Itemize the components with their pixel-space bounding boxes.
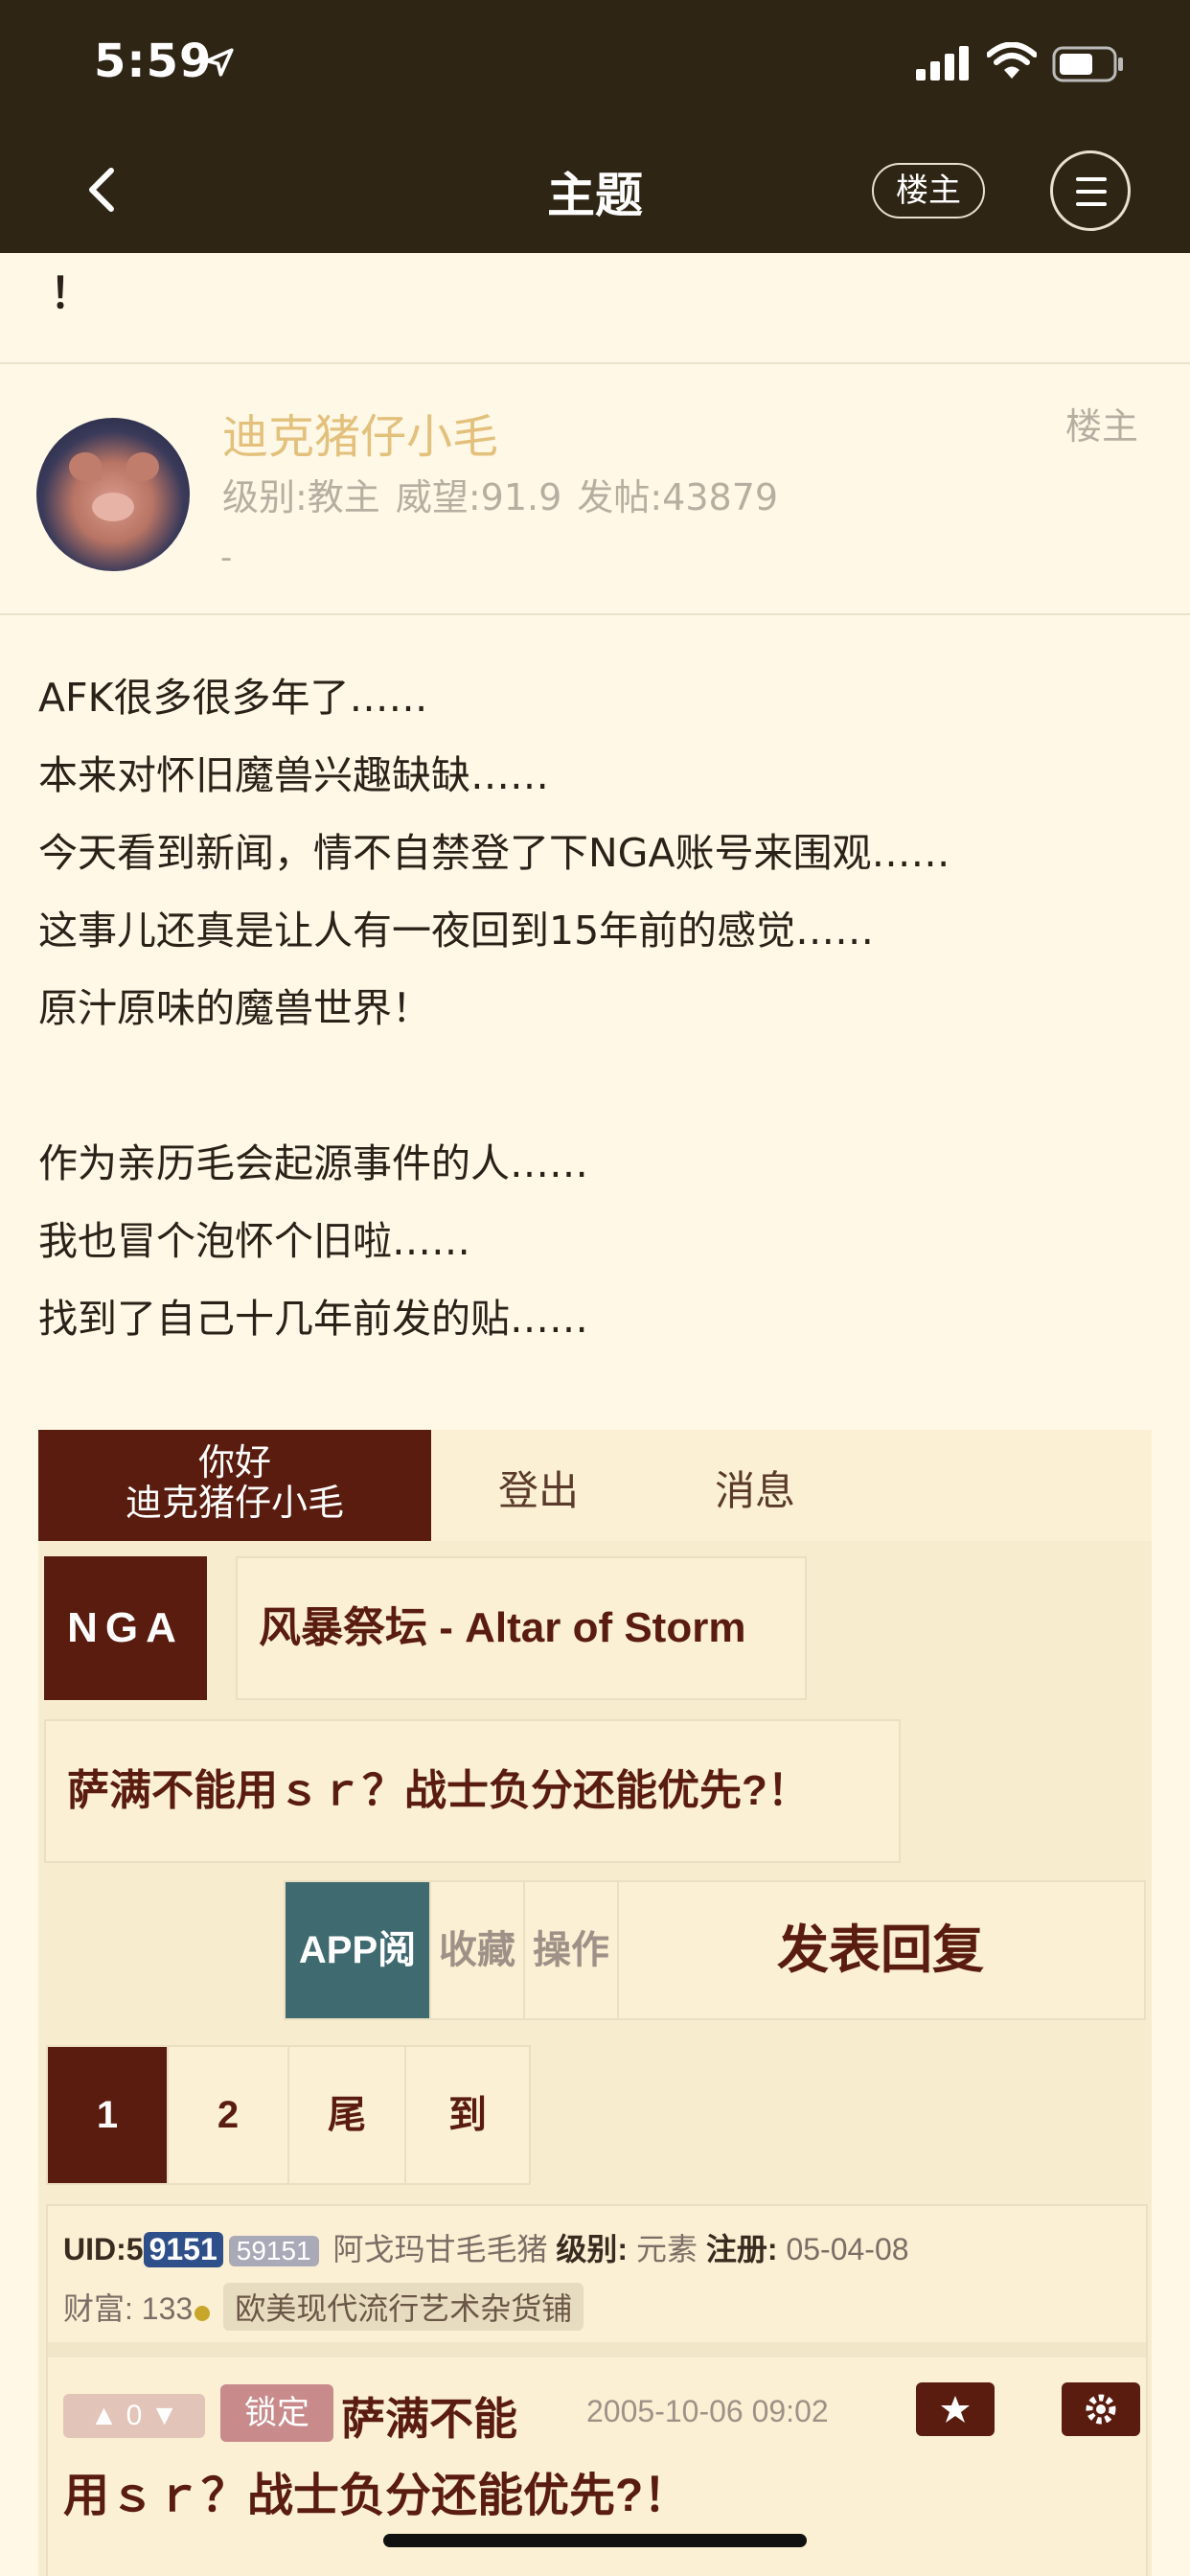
post-line: 我也冒个泡怀个旧啦……: [38, 1218, 470, 1264]
post-body: AFK很多很多年了…… 本来对怀旧魔兽兴趣缺缺…… 今天看到新闻，情不自禁登了下…: [38, 659, 1159, 1358]
post-line: 作为亲历毛会起源事件的人……: [38, 1140, 588, 1186]
shot-post-title: 萨满不能: [341, 2394, 517, 2444]
author-name[interactable]: 迪克猪仔小毛: [222, 399, 498, 466]
menu-icon: [1076, 177, 1107, 181]
menu-button[interactable]: [1050, 150, 1131, 231]
shot-vote-badge: ▲ 0 ▼: [63, 2394, 205, 2438]
shot-tab-logout: 登出: [498, 1468, 580, 1513]
shot-username: 阿戈玛甘毛毛猪: [332, 2232, 548, 2266]
author-meta: 级别:教主 威望:91.9 发帖:43879: [222, 476, 779, 518]
shot-page-goto: 到: [448, 2094, 487, 2136]
shot-user-wealth: 财富: 133 欧美现代流行艺术杂货铺: [63, 2283, 584, 2331]
shot-page-2: 2: [169, 2047, 289, 2183]
shot-topbar: 你好 迪克猪仔小毛 登出 消息: [38, 1430, 1152, 1541]
post-line: AFK很多很多年了……: [38, 675, 428, 721]
shot-greeting: 你好 迪克猪仔小毛: [38, 1430, 431, 1541]
home-indicator: [383, 2534, 807, 2547]
op-only-button[interactable]: 楼主: [872, 163, 985, 218]
shot-page-1: 1: [48, 2047, 169, 2183]
shot-post-date: 2005-10-06 09:02: [586, 2394, 829, 2428]
shot-reply-button: 发表回复: [777, 1921, 984, 1979]
battery-icon: [1052, 46, 1123, 82]
thumbs-down-icon: ▼: [149, 2400, 179, 2431]
author-extra: -: [220, 539, 233, 577]
shot-forum-name: 风暴祭坛 - Altar of Storm: [236, 1556, 807, 1700]
shot-action-bar: APP阅读 收藏 操作 发表回复: [284, 1880, 1146, 2107]
shot-tab-messages: 消息: [715, 1468, 796, 1513]
coin-icon: [195, 2306, 211, 2321]
shot-user-info: UID:5 9151 59151 阿戈玛甘毛毛猪 级别: 元素 注册: 05-04-…: [63, 2232, 909, 2267]
embedded-screenshot[interactable]: 你好 迪克猪仔小毛 登出 消息 NGA 风暴祭坛 - Altar of Stor…: [38, 1430, 1152, 2576]
post-line: 原汁原味的魔兽世界！: [38, 985, 431, 1031]
thumbs-up-icon: ▲: [89, 2400, 119, 2431]
cellular-signal-icon: [916, 46, 969, 80]
star-icon: [916, 2382, 995, 2436]
shot-app-read-button: APP阅读: [286, 1882, 431, 2107]
status-time: 5:59: [94, 34, 213, 88]
shot-post-title-cont: 用ｓｒ？战士负分还能优先?！: [63, 2471, 690, 2521]
location-arrow-icon: [205, 48, 234, 77]
post-line: [38, 1047, 1159, 1125]
shot-operate-button: 操作: [525, 1882, 619, 2018]
post-line: 找到了自己十几年前发的贴……: [38, 1296, 588, 1342]
shot-lock-badge: 锁定: [220, 2384, 333, 2442]
avatar[interactable]: [36, 418, 190, 571]
divider: [0, 362, 1190, 364]
top-bar: 5:59 主题 楼主: [0, 0, 1190, 253]
post-line: 本来对怀旧魔兽兴趣缺缺……: [38, 752, 549, 798]
post-line: 今天看到新闻，情不自禁登了下NGA账号来围观……: [38, 830, 950, 876]
shot-pager: 1 2 尾 到: [46, 2045, 531, 2185]
shot-page-last: 尾: [289, 2047, 406, 2183]
page-title: 主题: [547, 168, 643, 223]
shot-thread-title: 萨满不能用ｓｒ？战士负分还能优先?！: [44, 1719, 901, 1863]
shot-favorite-button: 收藏: [431, 1882, 525, 2018]
gear-icon: [1062, 2382, 1140, 2436]
op-tag: 楼主: [1065, 405, 1139, 448]
previous-post-fragment: ！: [50, 269, 92, 318]
post-line: 这事儿还真是让人有一夜回到15年前的感觉……: [38, 908, 875, 954]
shot-user-post: UID:5 9151 59151 阿戈玛甘毛毛猪 级别: 元素 注册: 05-04-…: [46, 2204, 1148, 2576]
wifi-icon: [987, 42, 1037, 79]
divider: [0, 613, 1190, 615]
shot-shop-tag: 欧美现代流行艺术杂货铺: [223, 2283, 584, 2331]
nga-logo: NGA: [44, 1556, 207, 1700]
